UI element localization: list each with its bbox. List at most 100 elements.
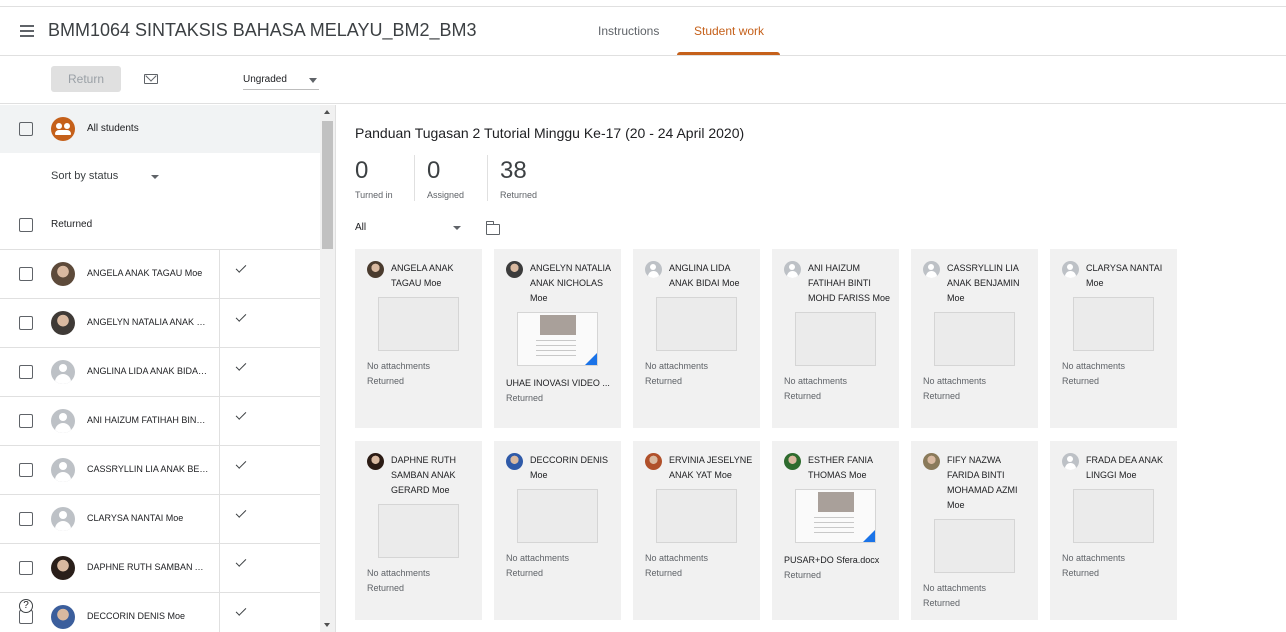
student-work-card[interactable]: ANI HAIZUM FATIHAH BINTI MOHD FARISS Moe… bbox=[772, 249, 899, 428]
scroll-up-icon[interactable] bbox=[324, 110, 330, 114]
student-work-card[interactable]: DECCORIN DENIS Moe No attachments Returned bbox=[494, 441, 621, 620]
attachment-name[interactable]: PUSAR+DO Sfera.docx bbox=[784, 553, 894, 568]
attachment-status: No attachments bbox=[923, 583, 987, 593]
student-row[interactable]: DAPHNE RUTH SAMBAN ANAK GERARD Moe bbox=[0, 544, 320, 593]
course-title: BMM1064 SINTAKSIS BAHASA MELAYU_BM2_BM3 bbox=[48, 20, 477, 40]
returned-section-checkbox[interactable] bbox=[19, 218, 33, 232]
scroll-thumb[interactable] bbox=[322, 121, 333, 249]
student-checkbox[interactable] bbox=[19, 267, 33, 281]
status-filter-value: All bbox=[355, 222, 367, 233]
avatar bbox=[1062, 261, 1079, 278]
doc-preview-line bbox=[536, 345, 576, 346]
card-status: Returned bbox=[367, 376, 405, 386]
student-work-card[interactable]: DAPHNE RUTH SAMBAN ANAK GERARD Moe No att… bbox=[355, 441, 482, 620]
student-row[interactable]: ANGELYN NATALIA ANAK NICHOLAS Moe bbox=[0, 299, 320, 348]
all-students-row[interactable]: All students bbox=[0, 105, 320, 153]
stat-turned-in: 0 Turned in bbox=[355, 155, 393, 203]
card-student-name: DAPHNE RUTH SAMBAN ANAK GERARD Moe bbox=[391, 455, 457, 495]
student-work-card[interactable]: ANGELYN NATALIA ANAK NICHOLAS Moe UHAE IN… bbox=[494, 249, 621, 428]
card-student-name: ANGELYN NATALIA ANAK NICHOLAS Moe bbox=[530, 263, 611, 303]
grade-filter-select[interactable]: Ungraded bbox=[243, 74, 319, 90]
attachment-status: No attachments bbox=[1062, 553, 1126, 563]
mail-icon[interactable] bbox=[144, 74, 158, 84]
stat-label: Turned in bbox=[355, 190, 393, 200]
avatar bbox=[51, 409, 75, 433]
avatar bbox=[51, 458, 75, 482]
attachment-thumbnail[interactable] bbox=[795, 489, 876, 543]
checkmark-icon bbox=[235, 262, 247, 273]
student-checkbox[interactable] bbox=[19, 365, 33, 379]
menu-icon[interactable] bbox=[20, 25, 34, 37]
sort-select[interactable]: Sort by status bbox=[51, 170, 118, 182]
card-student-name: CASSRYLLIN LIA ANAK BENJAMIN Moe bbox=[947, 263, 1020, 303]
student-name: DAPHNE RUTH SAMBAN ANAK GERARD Moe bbox=[87, 562, 209, 572]
card-status: Returned bbox=[1062, 568, 1100, 578]
card-student-name: CLARYSA NANTAI Moe bbox=[1086, 263, 1163, 288]
attachment-status: No attachments bbox=[645, 553, 709, 563]
card-student-name: ERVINIA JESELYNE ANAK YAT Moe bbox=[669, 455, 753, 480]
return-button[interactable]: Return bbox=[51, 66, 121, 92]
student-name: DECCORIN DENIS Moe bbox=[87, 611, 186, 621]
student-name: CLARYSA NANTAI Moe bbox=[87, 513, 184, 523]
checkmark-icon bbox=[235, 311, 247, 322]
status-filter-select[interactable]: All bbox=[355, 222, 461, 233]
student-checkbox[interactable] bbox=[19, 463, 33, 477]
avatar bbox=[51, 605, 75, 629]
student-work-card[interactable]: CASSRYLLIN LIA ANAK BENJAMIN Moe No attac… bbox=[911, 249, 1038, 428]
doc-preview-line bbox=[814, 517, 854, 518]
tab-instructions[interactable]: Instructions bbox=[598, 24, 659, 38]
sidebar-scrollbar[interactable] bbox=[320, 105, 335, 632]
student-work-card[interactable]: CLARYSA NANTAI Moe No attachments Returned bbox=[1050, 249, 1177, 428]
card-student-name: FIFY NAZWA FARIDA BINTI MOHAMAD AZMI Moe bbox=[947, 455, 1018, 510]
card-student-name: ANI HAIZUM FATIHAH BINTI MOHD FARISS Moe bbox=[808, 263, 891, 303]
column-divider bbox=[219, 495, 220, 543]
student-name: ANGELA ANAK TAGAU Moe bbox=[87, 268, 203, 278]
doc-preview-line bbox=[814, 522, 854, 523]
student-row[interactable]: ANI HAIZUM FATIHAH BINTI MOHD FARISS Moe bbox=[0, 397, 320, 446]
doc-preview-line bbox=[536, 350, 576, 351]
student-checkbox[interactable] bbox=[19, 414, 33, 428]
stat-value: 38 bbox=[500, 157, 527, 184]
student-row[interactable]: ANGLINA LIDA ANAK BIDAI Moe bbox=[0, 348, 320, 397]
card-status: Returned bbox=[645, 568, 683, 578]
attachment-name[interactable]: UHAE INOVASI VIDEO ... bbox=[506, 376, 616, 391]
empty-thumbnail bbox=[934, 312, 1015, 366]
student-work-card[interactable]: ERVINIA JESELYNE ANAK YAT Moe No attachme… bbox=[633, 441, 760, 620]
folder-icon[interactable] bbox=[485, 221, 500, 235]
student-work-card[interactable]: ESTHER FANIA THOMAS Moe PUSAR+DO Sfera.do… bbox=[772, 441, 899, 620]
student-row[interactable]: DECCORIN DENIS Moe bbox=[0, 593, 320, 632]
empty-thumbnail bbox=[378, 504, 459, 558]
student-checkbox[interactable] bbox=[19, 512, 33, 526]
tab-student-work[interactable]: Student work bbox=[694, 24, 764, 38]
attachment-thumbnail[interactable] bbox=[517, 312, 598, 366]
doc-preview-line bbox=[536, 355, 576, 356]
all-students-checkbox[interactable] bbox=[19, 122, 33, 136]
sort-caret-icon[interactable] bbox=[151, 175, 159, 179]
student-row[interactable]: CLARYSA NANTAI Moe bbox=[0, 495, 320, 544]
student-row[interactable]: CASSRYLLIN LIA ANAK BENJAMIN Moe bbox=[0, 446, 320, 495]
column-divider bbox=[219, 299, 220, 347]
help-icon[interactable]: ? bbox=[19, 599, 33, 613]
student-name: ANGLINA LIDA ANAK BIDAI Moe bbox=[87, 366, 209, 376]
attachment-status: No attachments bbox=[506, 553, 570, 563]
student-work-card[interactable]: FIFY NAZWA FARIDA BINTI MOHAMAD AZMI Moe… bbox=[911, 441, 1038, 620]
student-work-card[interactable]: FRADA DEA ANAK LINGGI Moe No attachments R… bbox=[1050, 441, 1177, 620]
student-row[interactable]: ANGELA ANAK TAGAU Moe bbox=[0, 250, 320, 299]
empty-thumbnail bbox=[934, 519, 1015, 573]
empty-thumbnail bbox=[656, 297, 737, 351]
column-divider bbox=[219, 544, 220, 592]
card-student-name: FRADA DEA ANAK LINGGI Moe bbox=[1086, 455, 1164, 480]
student-work-card[interactable]: ANGELA ANAK TAGAU Moe No attachments Retur… bbox=[355, 249, 482, 428]
attachment-status: No attachments bbox=[645, 361, 709, 371]
student-checkbox[interactable] bbox=[19, 316, 33, 330]
scroll-down-icon[interactable] bbox=[324, 623, 330, 627]
dropdown-caret-icon bbox=[309, 78, 317, 83]
student-checkbox[interactable] bbox=[19, 561, 33, 575]
doc-type-icon bbox=[585, 353, 597, 365]
student-work-card[interactable]: ANGLINA LIDA ANAK BIDAI Moe No attachment… bbox=[633, 249, 760, 428]
doc-preview-line bbox=[536, 340, 576, 341]
card-status: Returned bbox=[506, 393, 544, 403]
student-name: ANI HAIZUM FATIHAH BINTI MOHD FARISS Moe bbox=[87, 415, 209, 425]
active-tab-indicator bbox=[677, 52, 780, 55]
avatar bbox=[645, 453, 662, 470]
